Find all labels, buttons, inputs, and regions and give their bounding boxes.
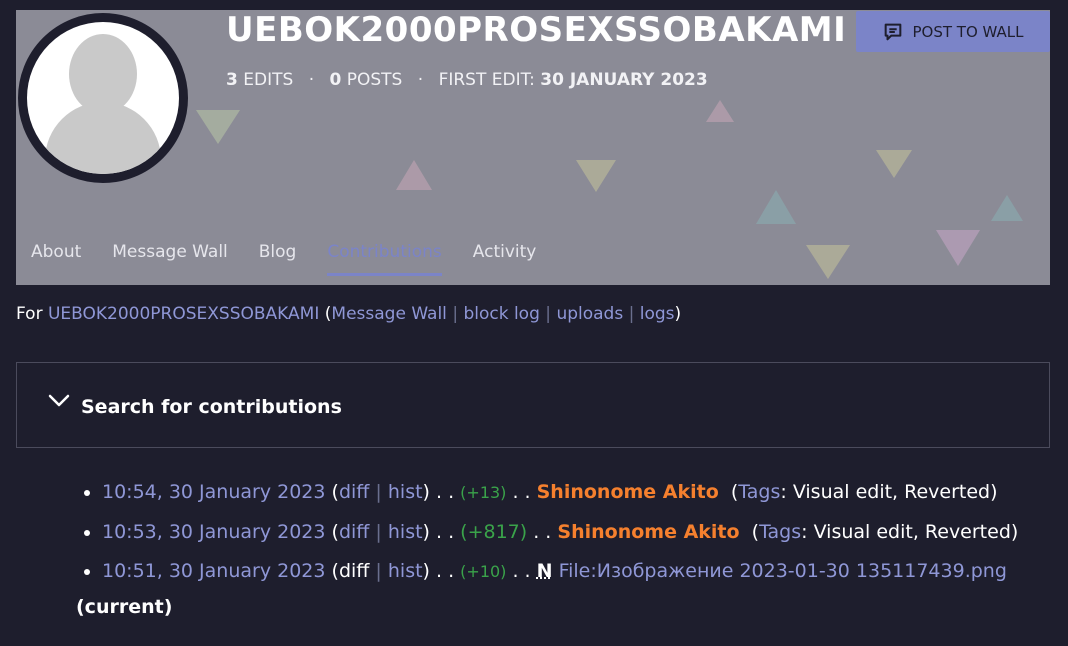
block-log-link[interactable]: block log [463, 304, 539, 324]
size-change: (+10) [460, 562, 507, 581]
tags-text: : Visual edit, Reverted) [801, 521, 1019, 543]
stats-separator: · [308, 70, 315, 90]
diff-link[interactable]: diff [339, 481, 369, 503]
timestamp-link[interactable]: 10:53, 30 January 2023 [102, 521, 325, 543]
pipe-separator: | [545, 304, 552, 324]
avatar[interactable] [18, 13, 188, 183]
page-link[interactable]: Shinonome Akito [537, 481, 719, 503]
contributions-list: 10:54, 30 January 2023 (diff | hist) . .… [76, 480, 1068, 599]
size-change: (+13) [460, 483, 507, 502]
edits-label: EDITS [243, 70, 294, 90]
confetti-shape [706, 100, 734, 122]
chevron-down-icon[interactable] [47, 393, 71, 409]
tab-activity[interactable]: Activity [473, 242, 537, 276]
list-item: 10:54, 30 January 2023 (diff | hist) . .… [102, 480, 1068, 505]
user-stats: 3 EDITS · 0 POSTS · FIRST EDIT: 30 JANUA… [226, 70, 708, 90]
new-page-flag: N [536, 560, 553, 582]
timestamp-link[interactable]: 10:51, 30 January 2023 [102, 560, 325, 582]
timestamp-link[interactable]: 10:54, 30 January 2023 [102, 481, 325, 503]
edits-count: 3 [226, 70, 238, 90]
logs-link[interactable]: logs [640, 304, 675, 324]
list-item: 10:51, 30 January 2023 (diff | hist) . .… [102, 559, 1068, 584]
posts-label: POSTS [346, 70, 403, 90]
speech-bubble-icon [885, 23, 902, 40]
username-title: UEBOK2000PROSEXSSOBAKAMI [226, 10, 847, 50]
avatar-body [45, 102, 161, 174]
pipe-separator: | [375, 521, 382, 543]
contributions-for-line: For UEBOK2000PROSEXSSOBAKAMI (Message Wa… [16, 304, 682, 324]
page-link[interactable]: Shinonome Akito [557, 521, 739, 543]
user-silhouette-icon [27, 22, 179, 174]
hist-link[interactable]: hist [388, 481, 423, 503]
message-wall-link[interactable]: Message Wall [331, 304, 447, 324]
search-contributions-title[interactable]: Search for contributions [81, 396, 342, 418]
hist-link[interactable]: hist [388, 560, 423, 582]
confetti-shape [196, 110, 240, 144]
uploads-link[interactable]: uploads [556, 304, 623, 324]
pipe-separator: | [375, 560, 382, 582]
current-label: (current) [76, 596, 173, 618]
size-change: (+817) [460, 521, 528, 543]
diff-text: diff [338, 560, 370, 582]
post-to-wall-button[interactable]: POST TO WALL [856, 11, 1050, 52]
user-link[interactable]: UEBOK2000PROSEXSSOBAKAMI [48, 304, 319, 324]
confetti-shape [756, 190, 796, 224]
pipe-separator: | [452, 304, 459, 324]
posts-count: 0 [329, 70, 342, 90]
diff-link[interactable]: diff [339, 521, 369, 543]
confetti-shape [876, 150, 912, 178]
tab-message-wall[interactable]: Message Wall [112, 242, 228, 276]
first-edit-date: 30 JANUARY 2023 [540, 70, 708, 90]
confetti-shape [991, 195, 1023, 221]
confetti-shape [806, 245, 850, 279]
tab-contributions[interactable]: Contributions [327, 242, 442, 276]
stats-separator: · [417, 70, 424, 90]
post-to-wall-label: POST TO WALL [912, 22, 1024, 41]
first-edit-label: FIRST EDIT: [438, 70, 535, 90]
page-link[interactable]: File:Изображение 2023-01-30 135117439.pn… [559, 560, 1007, 582]
pipe-separator: | [628, 304, 635, 324]
tags-link[interactable]: Tags [759, 521, 801, 543]
tags-link[interactable]: Tags [738, 481, 780, 503]
confetti-shape [936, 230, 980, 266]
profile-tabs: About Message Wall Blog Contributions Ac… [31, 242, 567, 276]
tags-text: : Visual edit, Reverted) [780, 481, 998, 503]
list-item: 10:53, 30 January 2023 (diff | hist) . .… [102, 520, 1068, 544]
for-prefix: For [16, 304, 43, 324]
confetti-shape [396, 160, 432, 190]
hist-link[interactable]: hist [388, 521, 423, 543]
confetti-shape [576, 160, 616, 192]
pipe-separator: | [375, 481, 382, 503]
search-contributions-panel[interactable]: Search for contributions [16, 362, 1050, 448]
tab-about[interactable]: About [31, 242, 81, 276]
tab-blog[interactable]: Blog [259, 242, 297, 276]
